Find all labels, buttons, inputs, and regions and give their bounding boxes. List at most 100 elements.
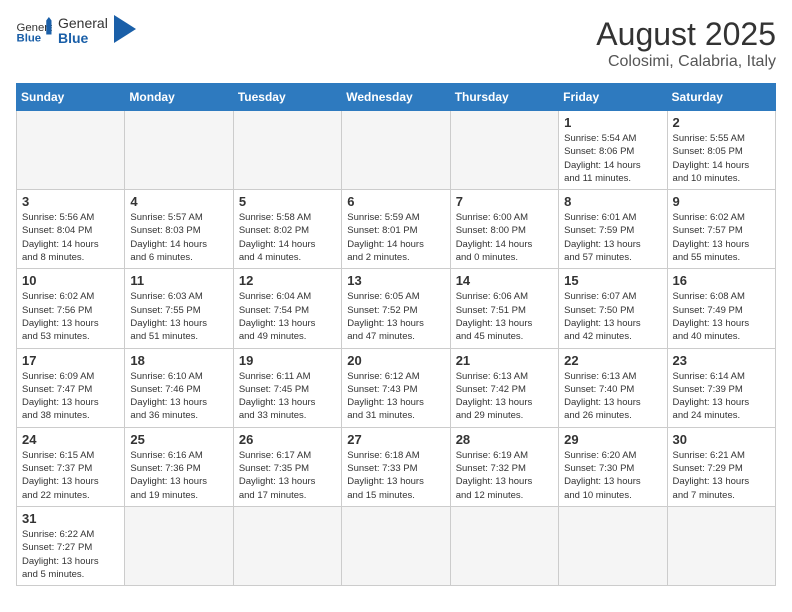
calendar-cell-empty-5-1 [125,506,233,585]
calendar-cell-4: 4Sunrise: 5:57 AM Sunset: 8:03 PM Daylig… [125,190,233,269]
calendar-cell-7: 7 Sunrise: 6:00 AM Sunset: 8:00 PM Daylig… [450,190,558,269]
calendar-cell-19: 19Sunrise: 6:11 AM Sunset: 7:45 PM Dayli… [233,348,341,427]
day-number: 24 [22,432,119,447]
logo-triangle-icon [114,15,136,43]
day-number: 17 [22,353,119,368]
weekday-header-friday: Friday [559,84,667,111]
day-number: 7 [456,194,553,209]
day-number: 21 [456,353,553,368]
cell-info: Sunrise: 6:13 AM Sunset: 7:40 PM Dayligh… [564,370,661,423]
calendar-cell-empty-0-2 [233,111,341,190]
calendar-cell-16: 16 Sunrise: 6:08 AM Sunset: 7:49 PM Dayli… [667,269,775,348]
calendar-cell-empty-0-0 [17,111,125,190]
logo-icon: General Blue [16,17,52,45]
calendar-week-6: 31 Sunrise: 6:22 AM Sunset: 7:27 PM Dayli… [17,506,776,585]
cell-info: Sunrise: 5:58 AM Sunset: 8:02 PM Dayligh… [239,211,336,264]
page-header: General Blue General Blue August 2025 Co… [16,16,776,71]
weekday-header-tuesday: Tuesday [233,84,341,111]
cell-info: Sunrise: 6:15 AM Sunset: 7:37 PM Dayligh… [22,449,119,502]
calendar-cell-11: 11Sunrise: 6:03 AM Sunset: 7:55 PM Dayli… [125,269,233,348]
day-number: 22 [564,353,661,368]
cell-info: Sunrise: 6:19 AM Sunset: 7:32 PM Dayligh… [456,449,553,502]
calendar-cell-24: 24 Sunrise: 6:15 AM Sunset: 7:37 PM Dayli… [17,427,125,506]
cell-info: Sunrise: 6:02 AM Sunset: 7:57 PM Dayligh… [673,211,770,264]
calendar-week-4: 17 Sunrise: 6:09 AM Sunset: 7:47 PM Dayli… [17,348,776,427]
day-number: 19 [239,353,336,368]
day-number: 26 [239,432,336,447]
calendar-cell-1: 1 Sunrise: 5:54 AM Sunset: 8:06 PM Daylig… [559,111,667,190]
day-number: 30 [673,432,770,447]
day-number: 28 [456,432,553,447]
location-subtitle: Colosimi, Calabria, Italy [596,53,776,71]
calendar-cell-31: 31 Sunrise: 6:22 AM Sunset: 7:27 PM Dayli… [17,506,125,585]
calendar-cell-12: 12 Sunrise: 6:04 AM Sunset: 7:54 PM Dayli… [233,269,341,348]
calendar-cell-17: 17 Sunrise: 6:09 AM Sunset: 7:47 PM Dayli… [17,348,125,427]
calendar-cell-22: 22 Sunrise: 6:13 AM Sunset: 7:40 PM Dayli… [559,348,667,427]
logo-general-text: General [58,16,108,31]
calendar-cell-21: 21 Sunrise: 6:13 AM Sunset: 7:42 PM Dayli… [450,348,558,427]
day-number: 4 [130,194,227,209]
day-number: 3 [22,194,119,209]
day-number: 12 [239,273,336,288]
calendar-cell-28: 28 Sunrise: 6:19 AM Sunset: 7:32 PM Dayli… [450,427,558,506]
weekday-header-saturday: Saturday [667,84,775,111]
cell-info: Sunrise: 6:07 AM Sunset: 7:50 PM Dayligh… [564,290,661,343]
cell-info: Sunrise: 5:55 AM Sunset: 8:05 PM Dayligh… [673,132,770,185]
calendar-cell-6: 6Sunrise: 5:59 AM Sunset: 8:01 PM Daylig… [342,190,450,269]
day-number: 6 [347,194,444,209]
title-area: August 2025 Colosimi, Calabria, Italy [596,16,776,71]
cell-info: Sunrise: 6:17 AM Sunset: 7:35 PM Dayligh… [239,449,336,502]
cell-info: Sunrise: 6:09 AM Sunset: 7:47 PM Dayligh… [22,370,119,423]
calendar-cell-empty-0-1 [125,111,233,190]
calendar-cell-empty-0-4 [450,111,558,190]
calendar-week-3: 10Sunrise: 6:02 AM Sunset: 7:56 PM Dayli… [17,269,776,348]
calendar-week-1: 1 Sunrise: 5:54 AM Sunset: 8:06 PM Daylig… [17,111,776,190]
cell-info: Sunrise: 6:12 AM Sunset: 7:43 PM Dayligh… [347,370,444,423]
logo-blue-text: Blue [58,31,108,46]
calendar-cell-29: 29Sunrise: 6:20 AM Sunset: 7:30 PM Dayli… [559,427,667,506]
cell-info: Sunrise: 6:22 AM Sunset: 7:27 PM Dayligh… [22,528,119,581]
weekday-header-monday: Monday [125,84,233,111]
day-number: 5 [239,194,336,209]
calendar-cell-empty-5-6 [667,506,775,585]
calendar-table: SundayMondayTuesdayWednesdayThursdayFrid… [16,83,776,586]
cell-info: Sunrise: 6:04 AM Sunset: 7:54 PM Dayligh… [239,290,336,343]
calendar-cell-empty-5-5 [559,506,667,585]
calendar-cell-27: 27Sunrise: 6:18 AM Sunset: 7:33 PM Dayli… [342,427,450,506]
cell-info: Sunrise: 6:20 AM Sunset: 7:30 PM Dayligh… [564,449,661,502]
day-number: 20 [347,353,444,368]
weekday-header-thursday: Thursday [450,84,558,111]
cell-info: Sunrise: 5:54 AM Sunset: 8:06 PM Dayligh… [564,132,661,185]
month-year-title: August 2025 [596,16,776,53]
calendar-cell-empty-0-3 [342,111,450,190]
day-number: 31 [22,511,119,526]
day-number: 16 [673,273,770,288]
calendar-cell-18: 18Sunrise: 6:10 AM Sunset: 7:46 PM Dayli… [125,348,233,427]
calendar-cell-empty-5-2 [233,506,341,585]
calendar-cell-9: 9Sunrise: 6:02 AM Sunset: 7:57 PM Daylig… [667,190,775,269]
calendar-cell-empty-5-3 [342,506,450,585]
calendar-week-5: 24 Sunrise: 6:15 AM Sunset: 7:37 PM Dayli… [17,427,776,506]
calendar-cell-2: 2 Sunrise: 5:55 AM Sunset: 8:05 PM Daylig… [667,111,775,190]
calendar-cell-13: 13Sunrise: 6:05 AM Sunset: 7:52 PM Dayli… [342,269,450,348]
calendar-cell-8: 8Sunrise: 6:01 AM Sunset: 7:59 PM Daylig… [559,190,667,269]
day-number: 27 [347,432,444,447]
cell-info: Sunrise: 6:14 AM Sunset: 7:39 PM Dayligh… [673,370,770,423]
calendar-cell-3: 3Sunrise: 5:56 AM Sunset: 8:04 PM Daylig… [17,190,125,269]
day-number: 1 [564,115,661,130]
calendar-cell-25: 25Sunrise: 6:16 AM Sunset: 7:36 PM Dayli… [125,427,233,506]
logo: General Blue General Blue [16,16,136,47]
day-number: 15 [564,273,661,288]
cell-info: Sunrise: 6:06 AM Sunset: 7:51 PM Dayligh… [456,290,553,343]
calendar-cell-empty-5-4 [450,506,558,585]
day-number: 11 [130,273,227,288]
day-number: 2 [673,115,770,130]
cell-info: Sunrise: 6:08 AM Sunset: 7:49 PM Dayligh… [673,290,770,343]
cell-info: Sunrise: 6:13 AM Sunset: 7:42 PM Dayligh… [456,370,553,423]
day-number: 14 [456,273,553,288]
cell-info: Sunrise: 6:00 AM Sunset: 8:00 PM Dayligh… [456,211,553,264]
day-number: 25 [130,432,227,447]
calendar-cell-15: 15 Sunrise: 6:07 AM Sunset: 7:50 PM Dayli… [559,269,667,348]
day-number: 23 [673,353,770,368]
calendar-cell-23: 23 Sunrise: 6:14 AM Sunset: 7:39 PM Dayli… [667,348,775,427]
